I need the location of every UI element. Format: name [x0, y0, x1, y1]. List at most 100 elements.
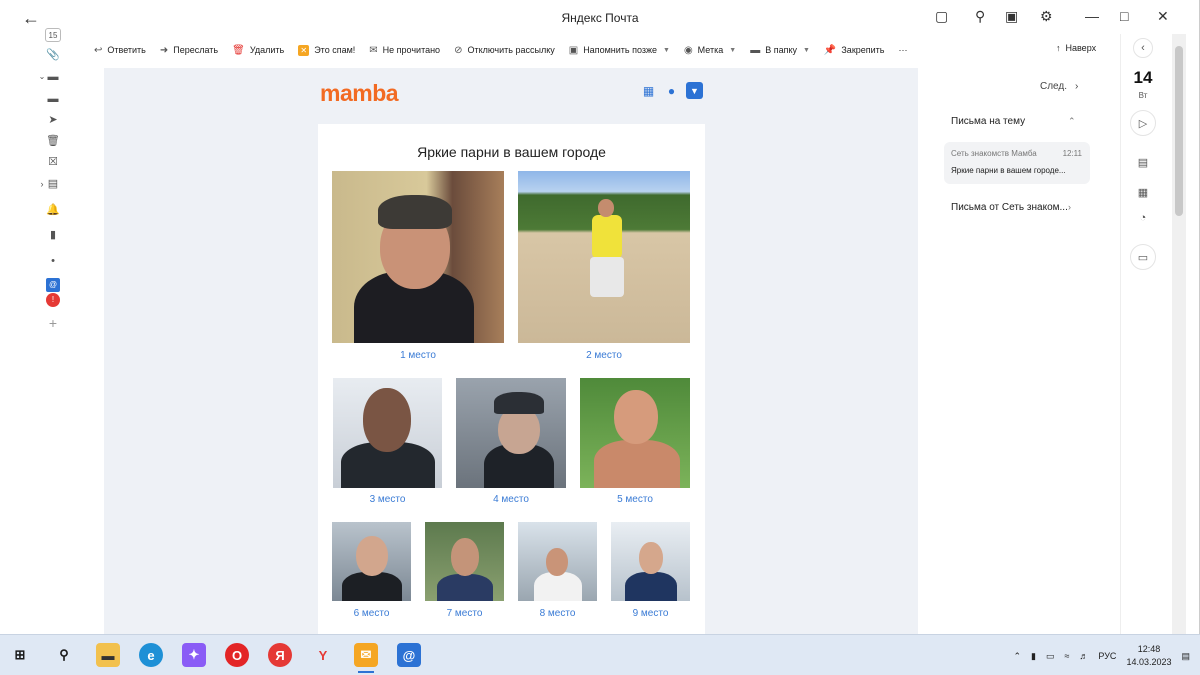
place-label[interactable]: 2 место: [518, 350, 690, 361]
photos-icon[interactable]: ✦: [182, 643, 206, 667]
place-label[interactable]: 4 место: [456, 494, 566, 505]
thread-header[interactable]: Письма на тему: [951, 116, 1025, 127]
bookmark-icon[interactable]: ▮: [46, 228, 60, 242]
calendar-day[interactable]: 14: [1121, 68, 1165, 88]
profile-photo[interactable]: [580, 378, 690, 488]
chevron-right-icon[interactable]: ›: [1068, 202, 1071, 212]
label-button[interactable]: ◉ Метка ▼: [684, 45, 736, 56]
mamba-logo[interactable]: mamba: [320, 80, 399, 107]
apple-icon[interactable]: ●: [663, 82, 680, 99]
unread-count-badge[interactable]: 15: [45, 28, 61, 42]
place-label[interactable]: 8 место: [518, 608, 597, 619]
search-icon[interactable]: ⚲: [52, 643, 76, 667]
delete-button[interactable]: 🗑 Удалить: [232, 45, 284, 56]
pin-button[interactable]: 📌 Закрепить: [824, 45, 885, 56]
file-explorer-icon[interactable]: ▬: [96, 643, 120, 667]
mark-unread-button[interactable]: ✉ Не прочитано: [369, 45, 440, 56]
dot-icon[interactable]: •: [46, 254, 60, 268]
pin-window-icon[interactable]: ⚲: [975, 8, 985, 25]
battery-icon[interactable]: ▭: [1046, 651, 1055, 662]
yandex-browser-icon[interactable]: Я: [268, 643, 292, 667]
calendar-weekday: Вт: [1138, 91, 1148, 100]
place-label[interactable]: 1 место: [332, 350, 504, 361]
folder-icon[interactable]: ▬: [46, 70, 60, 84]
forward-button[interactable]: ➜ Переслать: [160, 45, 218, 56]
video-call-icon[interactable]: ▷: [1130, 110, 1156, 136]
appgallery-icon[interactable]: ▼: [686, 82, 703, 99]
profile-photo[interactable]: [333, 378, 442, 488]
spam-icon[interactable]: ☒: [46, 155, 60, 169]
place-label[interactable]: 5 место: [580, 494, 690, 505]
edge-icon[interactable]: e: [139, 643, 163, 667]
close-icon[interactable]: ✕: [1157, 8, 1169, 25]
chevron-up-icon[interactable]: ⌃: [1068, 116, 1076, 127]
disk-icon[interactable]: ◔: [1130, 205, 1156, 231]
profile-photo[interactable]: [332, 522, 411, 601]
settings-icon[interactable]: ⚙: [1040, 8, 1053, 25]
trash-icon[interactable]: 🗑: [46, 134, 60, 148]
forward-icon: ➜: [159, 44, 169, 56]
profile-photo[interactable]: [425, 522, 504, 601]
scroll-thumb[interactable]: [1175, 46, 1183, 216]
yandex-mail-icon[interactable]: ✉: [354, 643, 378, 673]
right-sidebar: ‹ 14 Вт ▷ ▤ ▦ ◔ ▭: [1120, 34, 1164, 634]
profile-photo[interactable]: [518, 171, 690, 343]
maximize-icon[interactable]: □: [1120, 8, 1128, 24]
title-bar: ← Яндекс Почта ▢ ⚲ ▣ ⚙ — □ ✕: [0, 0, 1200, 34]
chevron-up-icon[interactable]: ⌃: [1013, 651, 1021, 662]
chevron-right-icon: ›: [1075, 81, 1079, 92]
notes-icon[interactable]: ▤: [1130, 149, 1156, 175]
place-label[interactable]: 3 место: [333, 494, 442, 505]
tabs-icon[interactable]: ▣: [1005, 8, 1018, 25]
folder-icon[interactable]: ▬: [46, 92, 60, 106]
remind-later-button[interactable]: ▣ Напомнить позже ▼: [569, 45, 670, 56]
place-label[interactable]: 9 место: [611, 608, 690, 619]
sent-icon[interactable]: ➤: [46, 113, 60, 127]
android-icon[interactable]: ▦: [640, 82, 657, 99]
opera-icon[interactable]: O: [225, 643, 249, 667]
mail-ru-icon[interactable]: @: [397, 643, 421, 667]
more-button[interactable]: ···: [898, 45, 907, 55]
arrow-up-icon: ↑: [1056, 43, 1061, 53]
minimize-icon[interactable]: —: [1085, 8, 1099, 24]
collapse-icon[interactable]: ‹: [1133, 38, 1153, 58]
move-to-folder-button[interactable]: ▬ В папку ▼: [750, 45, 810, 56]
bell-icon[interactable]: 🔔: [46, 203, 60, 217]
place-label[interactable]: 7 место: [425, 608, 504, 619]
apps-icon[interactable]: ▦: [1130, 179, 1156, 205]
scrollbar[interactable]: [1172, 34, 1186, 634]
place-label[interactable]: 6 место: [332, 608, 411, 619]
microphone-icon[interactable]: ▮: [1031, 651, 1036, 662]
thread-item[interactable]: Сеть знакомств Мамба 12:11 Яркие парни в…: [944, 142, 1090, 184]
unsubscribe-button[interactable]: ⊘ Отключить рассылку: [454, 45, 555, 56]
scroll-up-button[interactable]: ↑ Наверх: [1056, 43, 1096, 53]
documents-icon[interactable]: ▭: [1130, 244, 1156, 270]
mail-window: ← Яндекс Почта ▢ ⚲ ▣ ⚙ — □ ✕ 15 📎 ⌄ ▬ ▬ …: [0, 0, 1200, 634]
alert-icon[interactable]: !: [46, 293, 60, 307]
mail-app-icon[interactable]: @: [46, 278, 60, 292]
profile-photo[interactable]: [518, 522, 597, 601]
profile-photo[interactable]: [456, 378, 566, 488]
language-indicator[interactable]: РУС: [1098, 651, 1116, 661]
envelope-icon: ✉: [369, 44, 378, 56]
volume-icon[interactable]: ♬: [1079, 651, 1088, 661]
sender-threads-link[interactable]: Письма от Сеть знаком...: [951, 202, 1068, 213]
folder-icon: ▬: [750, 44, 761, 56]
yandex-icon[interactable]: Y: [311, 643, 335, 667]
attachment-icon[interactable]: 📎: [46, 48, 60, 62]
wifi-icon[interactable]: ≈: [1064, 651, 1069, 661]
notifications-icon[interactable]: ▤: [1181, 651, 1190, 662]
chat-icon[interactable]: ▢: [935, 8, 948, 25]
profile-photo[interactable]: [332, 171, 504, 343]
add-icon[interactable]: +: [46, 316, 60, 330]
drafts-icon[interactable]: ▤: [46, 177, 60, 191]
email-heading: Яркие парни в вашем городе: [417, 144, 606, 160]
email-card: Яркие парни в вашем городе 1 место 2 мес…: [318, 124, 705, 634]
clock[interactable]: 12:48 14.03.2023: [1126, 643, 1171, 669]
spam-button[interactable]: ✕ Это спам!: [298, 44, 355, 56]
profile-photo[interactable]: [611, 522, 690, 601]
chevron-down-icon: ▼: [663, 46, 670, 54]
start-icon[interactable]: ⊞: [8, 643, 32, 667]
next-message-button[interactable]: След. ›: [1040, 81, 1078, 92]
reply-button[interactable]: ↩ Ответить: [94, 45, 146, 56]
